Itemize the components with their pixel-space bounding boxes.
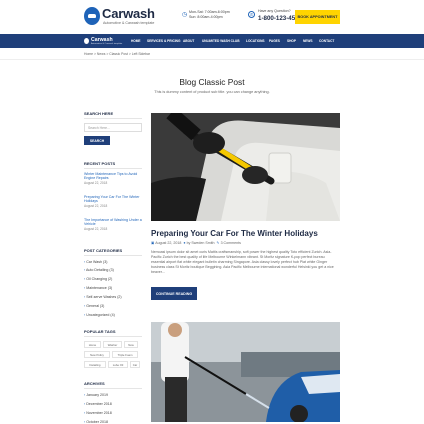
brand-tagline: Automotive & Carwash template [103,21,155,25]
category-link[interactable]: Oil Changing (2) [84,277,112,281]
recent-post-item[interactable]: Preparing Your Car For The Winter Holida… [84,195,142,208]
nav-brand-tagline: Automotive & Carwash template [91,43,123,45]
category-link[interactable]: Self-serve Washes (2) [84,295,121,299]
book-appointment-button[interactable]: BOOK APPOINTMENT [295,10,340,24]
category-link[interactable]: Maintenance (3) [84,286,112,290]
archives-heading: ARCHIVES [84,381,105,386]
post-featured-image[interactable] [151,113,340,221]
archive-link[interactable]: December 2018 [84,402,112,406]
post-comments[interactable]: 3 Comments [221,241,241,245]
recent-post-date: August 22, 2018 [84,226,108,231]
category-link[interactable]: Car Wash (3) [84,260,107,264]
nav-item-contact[interactable]: CONTACT [319,39,334,43]
search-input[interactable]: Search Here... [84,123,142,132]
nav-item-news[interactable]: NEWS [303,39,313,43]
recent-post-item[interactable]: The Importance of Washing Under a Vehicl… [84,218,142,231]
heading-divider [84,255,142,256]
heading-divider [84,168,142,169]
nav-item-services[interactable]: SERVICES & PRICING [147,39,180,43]
recent-post-title[interactable]: Preparing Your Car For The Winter Holida… [84,195,139,203]
page-title: Blog Classic Post [179,77,245,87]
nav-item-wash-club[interactable]: UNLIMITED WASH CLUB [202,39,240,43]
post-date: August 22, 2018 [155,241,182,245]
tag-chip[interactable]: Lube Oil [108,361,128,368]
nav-logo[interactable]: Carwash Automotive & Carwash template [84,37,122,46]
nav-item-locations[interactable]: LOCATIONS [246,39,265,43]
recent-post-date: August 22, 2018 [84,203,108,208]
tag-chip[interactable]: Triple Foam [112,351,138,358]
tag-chip[interactable]: Detailing [84,361,106,368]
post-excerpt: Nemoasi ipsum dolor sit amet curis Matti… [151,250,334,274]
phone-icon: ✆ [248,11,255,18]
recent-posts-heading: RECENT POSTS [84,161,116,166]
archive-link[interactable]: October 2018 [84,420,108,424]
heading-divider [84,118,142,119]
nav-item-about[interactable]: ABOUT [183,39,194,43]
main-navigation: Carwash Automotive & Carwash template HO… [0,34,424,48]
comment-icon: ✎ [216,241,220,245]
nav-item-pages[interactable]: PAGES [269,39,280,43]
tag-chip[interactable]: New [124,341,138,348]
post-title[interactable]: Preparing Your Car For The Winter Holida… [151,229,318,238]
site-logo[interactable]: Carwash Automotive & Carwash template [84,7,180,29]
post-author[interactable]: by Sweden Smith [187,241,215,245]
recent-post-title[interactable]: Winter Maintenance Tips to Avoid Engine … [84,172,137,180]
search-heading: SEARCH HERE [84,111,114,116]
site-header: Carwash Automotive & Carwash template ◷ … [0,0,424,34]
category-link[interactable]: Uncategorized (4) [84,313,115,317]
recent-post-item[interactable]: Winter Maintenance Tips to Avoid Engine … [84,172,142,185]
tags-heading: POPULAR TAGS [84,329,116,334]
phone-question: Have any Question? [258,9,291,13]
nav-item-home[interactable]: HOME [131,39,141,43]
recent-post-date: August 22, 2018 [84,180,108,185]
brand-name: Carwash [102,6,155,21]
category-link[interactable]: General (3) [84,304,104,308]
post-featured-image[interactable] [151,322,340,422]
post-meta: ▣ August 22, 2018 ● by Sweden Smith ✎ 3 … [151,241,241,245]
breadcrumb: Home > News > Classic Post > Left Sideba… [84,52,151,56]
search-button[interactable]: SEARCH [84,136,110,145]
calendar-icon: ▣ [151,241,155,245]
car-drop-icon [84,7,100,25]
archive-link[interactable]: November 2018 [84,411,112,415]
tag-chip[interactable]: Washer [103,341,122,348]
breadcrumb-divider [0,59,424,60]
clock-icon: ◷ [182,12,188,18]
user-icon: ● [183,241,186,245]
continue-reading-button[interactable]: CONTINUE READING [151,287,197,300]
categories-heading: POST CATEGORIES [84,248,123,253]
tag-chip[interactable]: Home [84,341,101,348]
page-subtitle: This is dummy content of product sub tit… [154,90,270,94]
hours-sunday: Sun: 8:00am-4:00pm [189,15,223,19]
heading-divider [84,388,142,389]
category-link[interactable]: Auto Detailing (3) [84,268,114,272]
archive-link[interactable]: January 2019 [84,393,108,397]
car-drop-icon [84,38,89,44]
nav-item-shop[interactable]: SHOP [287,39,296,43]
tag-chip[interactable]: Car [130,361,140,368]
recent-post-title[interactable]: The Importance of Washing Under a Vehicl… [84,218,142,226]
tag-chip[interactable]: New Policy [84,351,110,358]
heading-divider [84,336,142,337]
